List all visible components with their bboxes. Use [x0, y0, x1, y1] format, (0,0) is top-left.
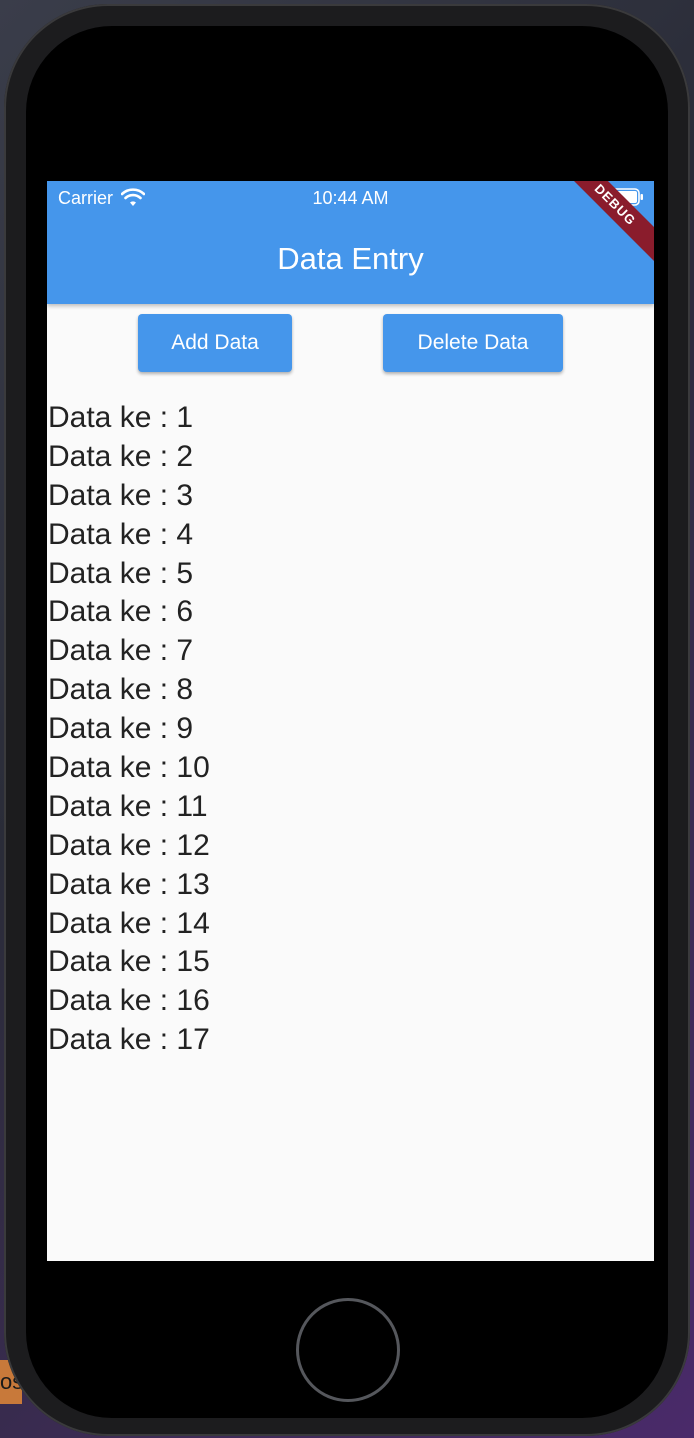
list-item: Data ke : 13: [48, 867, 210, 901]
list-item: Data ke : 8: [48, 673, 194, 707]
add-data-button[interactable]: Add Data: [138, 314, 292, 372]
list-item: Data ke : 12: [48, 828, 210, 862]
list-item: Data ke : 2: [48, 439, 194, 473]
list-item: Data ke : 4: [48, 517, 194, 551]
list-item: Data ke : 5: [48, 556, 194, 590]
list-item: Data ke : 15: [48, 945, 210, 979]
home-button[interactable]: [296, 1298, 400, 1402]
list-item: Data ke : 1: [48, 401, 194, 434]
page-title: Data Entry: [277, 241, 424, 276]
list-item: Data ke : 14: [48, 906, 210, 940]
app-screen: Carrier 10:44 AM Data Entry DEBUG Add Da…: [47, 181, 654, 1261]
list-item: Data ke : 16: [48, 984, 210, 1018]
app-bar: Carrier 10:44 AM Data Entry: [47, 181, 654, 304]
delete-data-button[interactable]: Delete Data: [383, 314, 563, 372]
list-item: Data ke : 9: [48, 712, 194, 746]
status-time: 10:44 AM: [312, 188, 389, 208]
list-item: Data ke : 3: [48, 478, 194, 512]
data-list: Data ke : 1 Data ke : 2 Data ke : 3 Data…: [48, 399, 210, 1060]
list-item: Data ke : 17: [48, 1023, 210, 1057]
list-item: Data ke : 10: [48, 751, 210, 785]
list-item: Data ke : 7: [48, 634, 194, 668]
list-item: Data ke : 6: [48, 595, 194, 629]
list-item: Data ke : 11: [48, 789, 208, 823]
